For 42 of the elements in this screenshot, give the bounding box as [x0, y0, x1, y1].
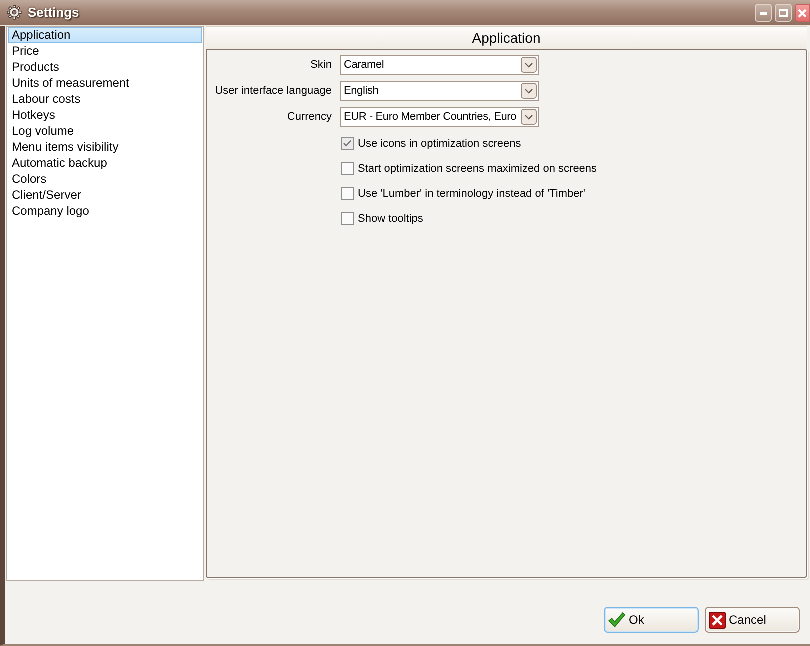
minimize-icon — [760, 12, 767, 14]
checkbox-label[interactable]: Start optimization screens maximized on screens — [358, 162, 598, 174]
panel-title: Application — [206, 26, 807, 49]
checkbox[interactable] — [341, 187, 354, 200]
gear-icon — [7, 5, 22, 20]
window-title: Settings — [28, 5, 80, 20]
dropdown-field[interactable]: EUR - Euro Member Countries, Euro — [340, 107, 539, 127]
list-item[interactable]: Products — [8, 59, 202, 75]
checkbox[interactable] — [341, 137, 354, 150]
maximize-button[interactable] — [775, 4, 792, 22]
field-label: User interface language — [214, 85, 332, 97]
field-label: Currency — [286, 111, 332, 123]
ok-button[interactable]: Ok — [604, 607, 699, 633]
list-item[interactable]: Units of measurement — [8, 75, 202, 91]
list-item[interactable]: Hotkeys — [8, 107, 202, 123]
dropdown-field[interactable]: English — [340, 81, 539, 101]
close-button[interactable] — [795, 4, 810, 22]
chevron-down-icon[interactable] — [521, 57, 537, 73]
maximize-icon — [779, 9, 788, 17]
list-item[interactable]: Menu items visibility — [8, 139, 202, 155]
checkmark-icon — [608, 612, 626, 628]
checkbox-label[interactable]: Use icons in optimization screens — [358, 138, 522, 150]
checkbox[interactable] — [341, 212, 354, 225]
list-item[interactable]: Automatic backup — [8, 155, 202, 171]
list-item[interactable]: Colors — [8, 171, 202, 187]
dropdown-field[interactable]: Caramel — [340, 55, 539, 75]
chevron-down-icon[interactable] — [521, 109, 537, 125]
field-label: Skin — [310, 59, 332, 71]
minimize-button[interactable] — [755, 4, 772, 22]
close-icon — [709, 612, 726, 628]
cancel-button[interactable]: Cancel — [705, 607, 800, 633]
checkbox[interactable] — [341, 162, 354, 175]
list-item[interactable]: Company logo — [8, 203, 202, 219]
chevron-down-icon[interactable] — [521, 83, 537, 99]
list-item[interactable]: Application — [8, 27, 202, 43]
list-item[interactable]: Client/Server — [8, 187, 202, 203]
checkbox-label[interactable]: Use 'Lumber' in terminology instead of 'Timber' — [358, 188, 586, 200]
close-icon — [798, 8, 807, 18]
checkbox-label[interactable]: Show tooltips — [358, 212, 424, 224]
list-item[interactable]: Log volume — [8, 123, 202, 139]
list-item[interactable]: Labour costs — [8, 91, 202, 107]
list-item[interactable]: Price — [8, 43, 202, 59]
